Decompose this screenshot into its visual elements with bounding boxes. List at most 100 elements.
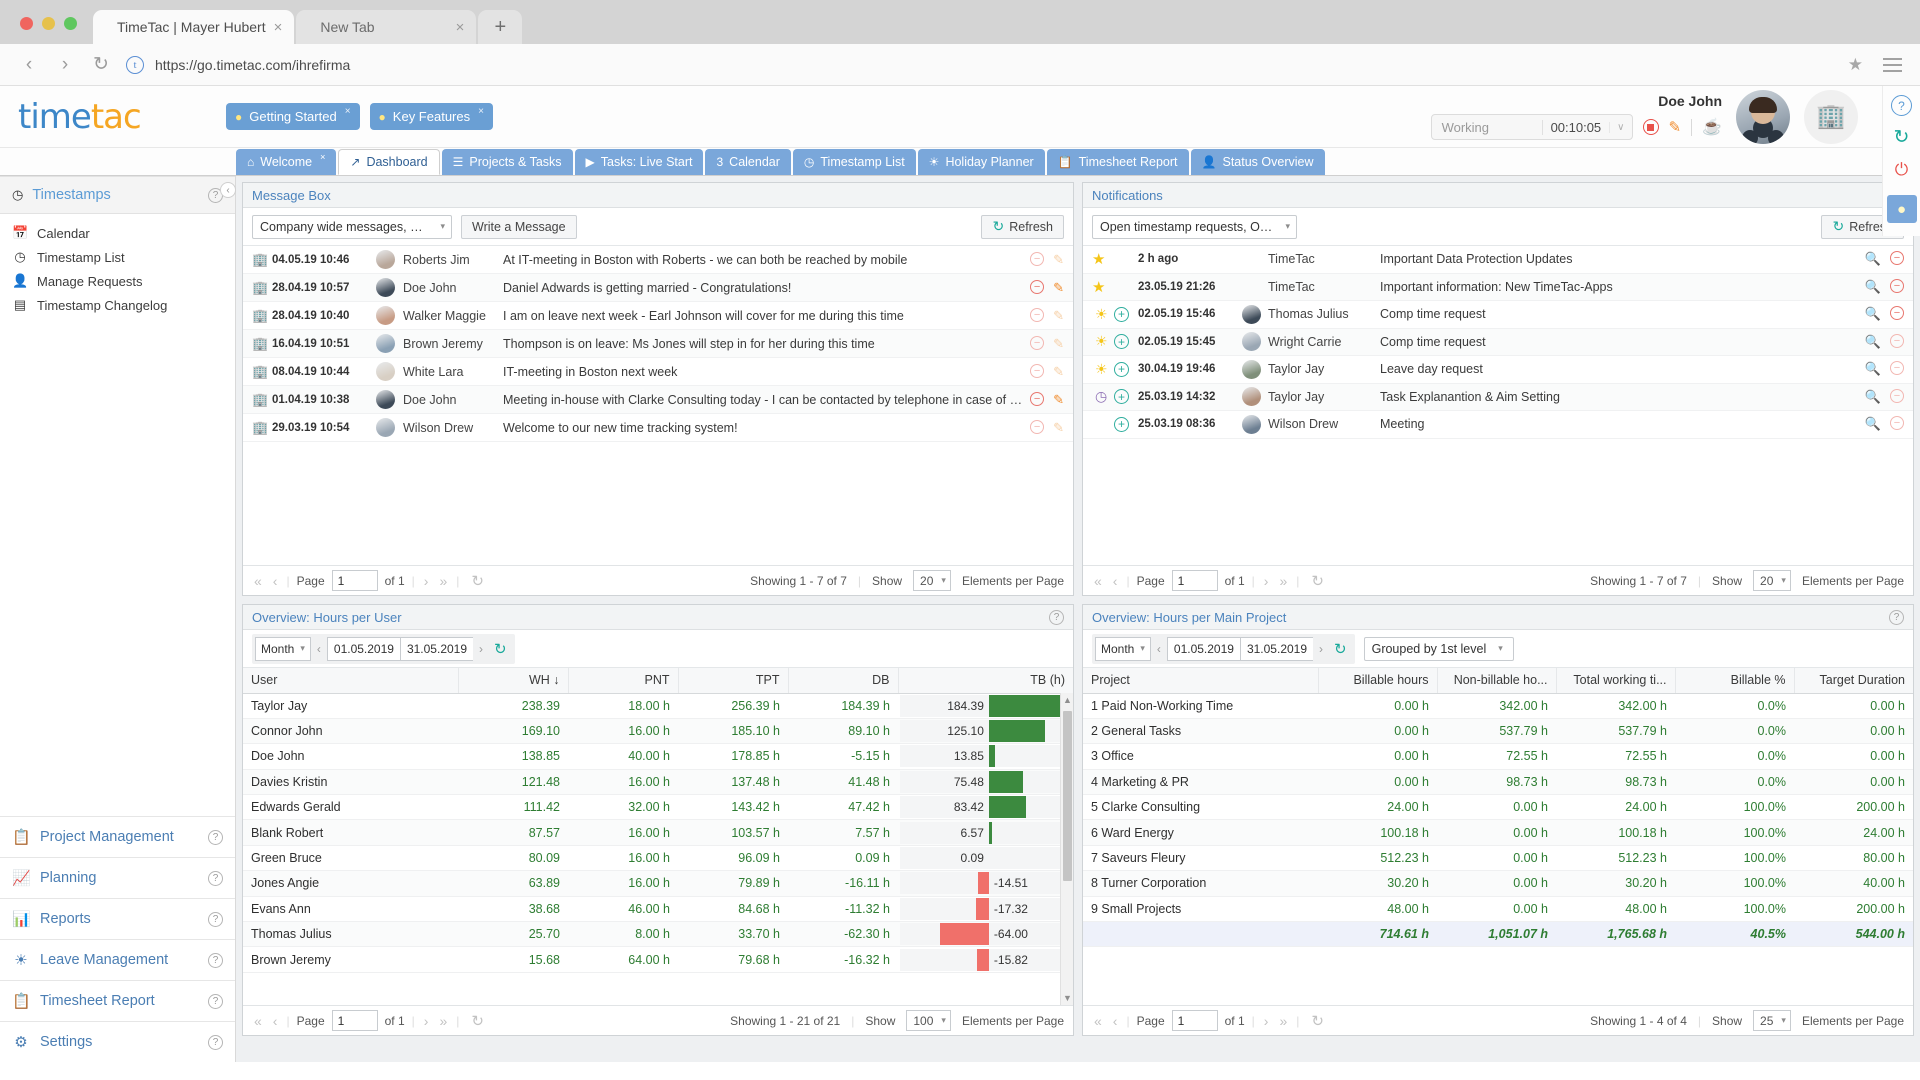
refresh-icon[interactable]: ↻ [1306,572,1324,590]
close-icon[interactable]: × [345,106,351,117]
lightbulb-icon[interactable]: ● [1886,195,1917,223]
add-icon[interactable]: + [1114,306,1129,322]
next-page-icon[interactable]: › [1262,1013,1271,1029]
table-row[interactable]: Connor John 169.10 16.00 h 185.10 h 89.1… [243,718,1073,745]
notification-row[interactable]: ◷ + 25.03.19 14:32 Taylor Jay Task Expla… [1083,383,1913,411]
sidebar-item-planning[interactable]: 📈 Planning ? [0,857,235,898]
refresh-icon[interactable]: ↻ [1329,640,1352,658]
add-icon[interactable]: + [1114,416,1129,432]
timer-widget[interactable]: Working 00:10:05 ∨ [1430,114,1633,140]
close-icon[interactable]: × [320,152,325,162]
first-page-icon[interactable]: « [1092,573,1104,589]
tab-tasks-live-start[interactable]: ▶ Tasks: Live Start [574,149,704,175]
notification-row[interactable]: + 25.03.19 08:36 Wilson Drew Meeting 🔍 − [1083,411,1913,439]
previous-period-icon[interactable]: ‹ [311,642,327,656]
page-input[interactable]: 1 [331,1010,378,1031]
refresh-icon[interactable]: ↻ [1891,127,1912,148]
tab-timesheet-report[interactable]: 📋 Timesheet Report [1046,149,1189,175]
help-icon[interactable]: ? [208,829,223,845]
dismiss-icon[interactable]: − [1890,251,1904,266]
coffee-break-icon[interactable]: ☕ [1702,117,1722,137]
company-icon[interactable]: 🏢 [1804,89,1858,144]
sidebar-item-calendar[interactable]: 📅 Calendar [0,221,235,245]
refresh-icon[interactable]: ↻ [1306,1012,1324,1030]
message-filter-select[interactable]: Company wide messages, Messages ▾ [252,214,452,239]
table-row[interactable]: Edwards Gerald 111.42 32.00 h 143.42 h 4… [243,794,1073,821]
refresh-icon[interactable]: ↻ [466,572,484,590]
edit-icon[interactable]: ✎ [1053,420,1064,436]
scroll-up-icon[interactable]: ▲ [1063,695,1072,705]
help-icon[interactable]: ? [208,870,223,886]
browser-tab-timetac[interactable]: TimeTac | Mayer Hubert × [93,10,295,44]
period-select[interactable]: Month ▾ [1095,636,1151,661]
table-row[interactable]: 8 Turner Corporation 30.20 h 0.00 h 30.2… [1083,870,1913,897]
help-icon[interactable]: ? [1891,95,1912,116]
dismiss-icon[interactable]: − [1890,333,1904,348]
refresh-icon[interactable]: ↻ [489,640,512,658]
dismiss-icon[interactable]: − [1890,278,1904,293]
add-icon[interactable]: + [1114,389,1129,405]
scroll-down-icon[interactable]: ▼ [1063,993,1072,1003]
search-icon[interactable]: 🔍 [1865,416,1881,432]
browser-tab-newtab[interactable]: New Tab × [296,10,477,44]
date-to-field[interactable]: 31.05.2019 [399,636,474,661]
message-row[interactable]: 🏢 28.04.19 10:57 Doe John Daniel Adwards… [243,274,1073,302]
page-size-select[interactable]: 100 ▾ [906,1010,951,1031]
write-message-button[interactable]: Write a Message [461,214,577,239]
edit-icon[interactable]: ✎ [1053,308,1064,324]
tab-dashboard[interactable]: ↗ Dashboard [338,149,440,175]
column-header-non-billable-ho[interactable]: Non-billable ho... [1437,668,1557,694]
message-row[interactable]: 🏢 01.04.19 10:38 Doe John Meeting in-hou… [243,386,1073,414]
column-header-billable-hours[interactable]: Billable hours [1318,668,1438,694]
avatar[interactable] [1736,89,1790,144]
help-icon[interactable]: ? [208,911,223,927]
previous-page-icon[interactable]: ‹ [271,1013,280,1029]
menu-icon[interactable] [1877,57,1902,72]
delete-icon[interactable]: − [1030,363,1045,378]
next-page-icon[interactable]: › [422,1013,431,1029]
sidebar-item-timestamp-list[interactable]: ◷ Timestamp List [0,245,235,269]
table-row[interactable]: 5 Clarke Consulting 24.00 h 0.00 h 24.00… [1083,794,1913,821]
page-input[interactable]: 1 [1171,570,1218,591]
column-header-total-working-ti[interactable]: Total working ti... [1556,668,1676,694]
first-page-icon[interactable]: « [252,1013,264,1029]
message-row[interactable]: 🏢 08.04.19 10:44 White Lara IT-meeting i… [243,358,1073,386]
stop-icon[interactable] [1642,119,1659,135]
table-row[interactable]: 7 Saveurs Fleury 512.23 h 0.00 h 512.23 … [1083,845,1913,872]
back-icon[interactable]: ‹ [18,54,40,76]
dismiss-icon[interactable]: − [1890,306,1904,321]
search-icon[interactable]: 🔍 [1865,361,1881,377]
grouping-select[interactable]: Grouped by 1st level ▾ [1363,636,1514,661]
edit-icon[interactable]: ✎ [1053,364,1064,380]
getting-started-button[interactable]: ● Getting Started × [226,103,360,130]
window-controls[interactable] [14,17,93,44]
table-row[interactable]: Blank Robert 87.57 16.00 h 103.57 h 7.57… [243,819,1073,846]
period-select[interactable]: Month ▾ [255,636,311,661]
delete-icon[interactable]: − [1030,391,1045,406]
tab-status-overview[interactable]: 👤 Status Overview [1190,149,1325,175]
notification-row[interactable]: ★ 23.05.19 21:26 TimeTac Important infor… [1083,273,1913,301]
sidebar-item-leave-management[interactable]: ☀ Leave Management ? [0,939,235,980]
page-size-select[interactable]: 20 ▾ [1753,570,1791,591]
previous-page-icon[interactable]: ‹ [1111,573,1120,589]
next-period-icon[interactable]: › [473,642,489,656]
search-icon[interactable]: 🔍 [1865,279,1881,295]
sidebar-item-reports[interactable]: 📊 Reports ? [0,898,235,939]
table-row[interactable]: 2 General Tasks 0.00 h 537.79 h 537.79 h… [1083,718,1913,745]
column-header-target-duration[interactable]: Target Duration [1794,668,1913,694]
first-page-icon[interactable]: « [252,573,264,589]
delete-icon[interactable]: − [1030,307,1045,322]
tab-holiday-planner[interactable]: ☀ Holiday Planner [917,149,1045,175]
column-header-pnt[interactable]: PNT [568,668,679,694]
minimize-window-button[interactable] [42,17,55,30]
table-row[interactable]: Brown Jeremy 15.68 64.00 h 79.68 h -16.3… [243,946,1073,973]
message-row[interactable]: 🏢 28.04.19 10:40 Walker Maggie I am on l… [243,302,1073,330]
table-row[interactable]: Evans Ann 38.68 46.00 h 84.68 h -11.32 h… [243,896,1073,923]
table-row[interactable]: 4 Marketing & PR 0.00 h 98.73 h 98.73 h … [1083,769,1913,796]
reload-icon[interactable]: ↻ [90,53,112,76]
sidebar-item-timesheet-report[interactable]: 📋 Timesheet Report ? [0,980,235,1021]
tab-calendar[interactable]: 3 Calendar [705,149,791,175]
table-row[interactable]: Davies Kristin 121.48 16.00 h 137.48 h 4… [243,769,1073,796]
sidebar-item-settings[interactable]: ⚙ Settings ? [0,1021,235,1062]
help-icon[interactable]: ? [1889,609,1904,625]
